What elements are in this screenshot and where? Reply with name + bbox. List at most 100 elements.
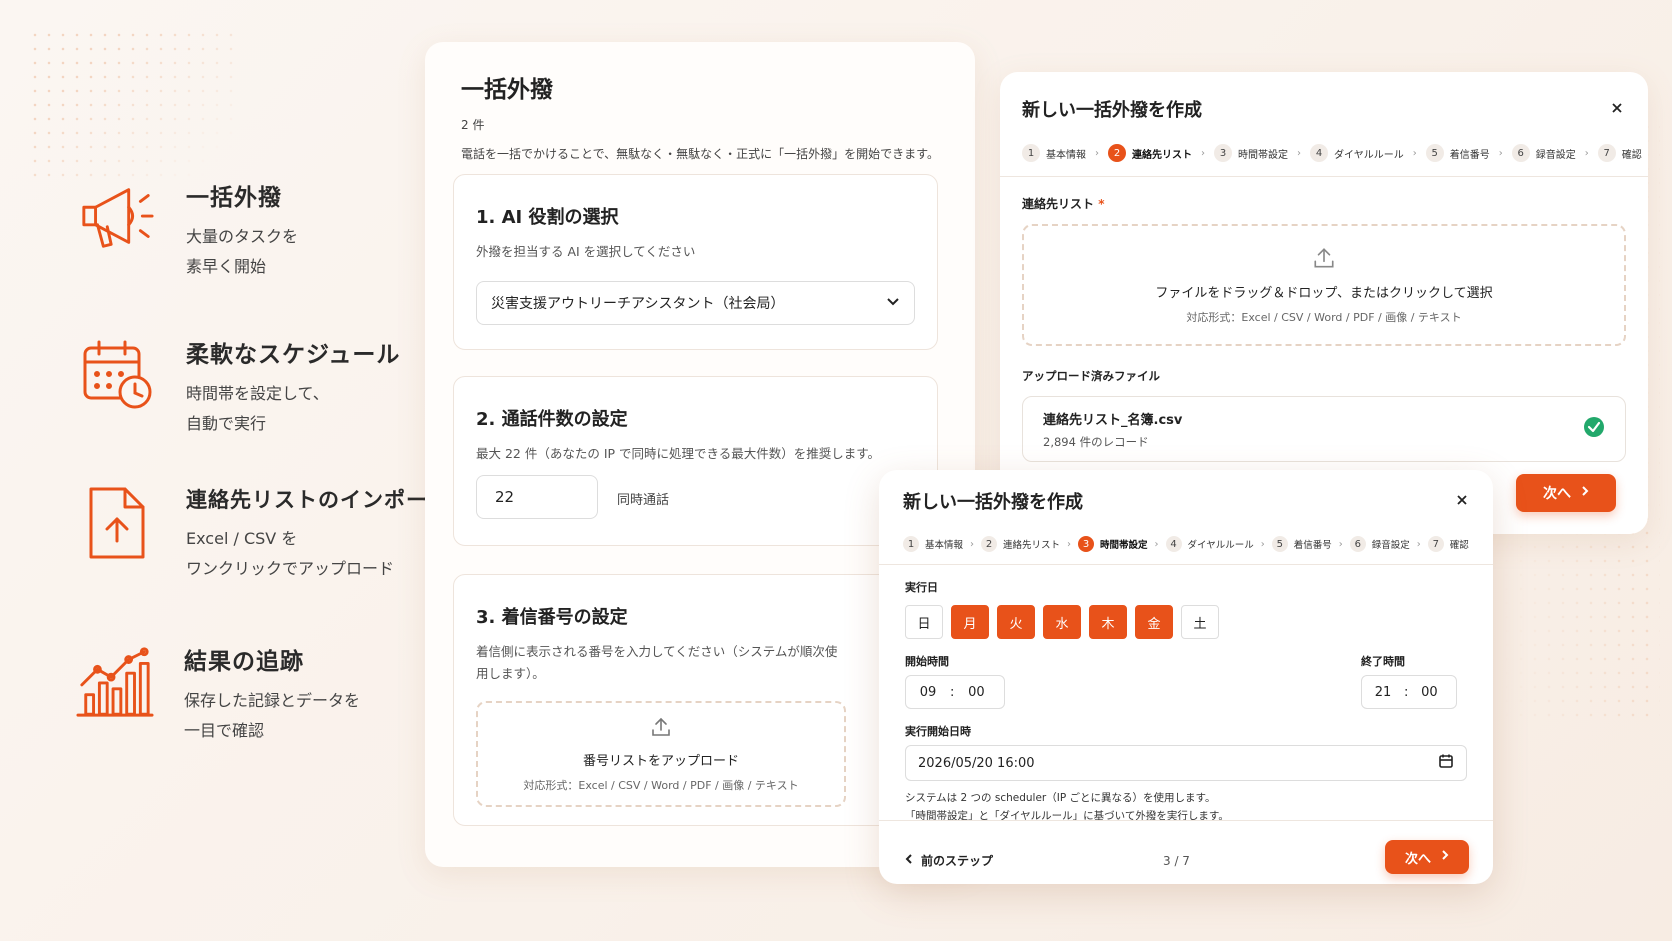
feature-desc: 素早く開始 bbox=[186, 257, 267, 276]
section-subtitle: 外撥を担当する AI を選択してください bbox=[476, 244, 696, 259]
start-minute[interactable]: 00 bbox=[954, 685, 998, 700]
upload-title: ファイルをドラッグ＆ドロップ、またはクリックして選択 bbox=[1155, 285, 1493, 301]
chevron-down-icon bbox=[886, 295, 900, 311]
chevron-right-icon: › bbox=[1412, 147, 1417, 159]
page-title: 一括外撥 bbox=[461, 77, 553, 103]
dot-pattern-top-left bbox=[28, 28, 238, 178]
step-4[interactable]: 4 ダイヤルルール bbox=[1310, 144, 1404, 162]
feature-desc: Excel / CSV を bbox=[186, 529, 298, 548]
run-datetime-input[interactable]: 2026/05/20 16:00 bbox=[905, 745, 1467, 781]
chevron-right-icon: › bbox=[1095, 147, 1099, 159]
feature-title: 結果の追跡 bbox=[184, 649, 304, 675]
step-label: 時間帯設定 bbox=[1100, 540, 1148, 551]
weekday-toggle[interactable]: 金 bbox=[1135, 605, 1173, 639]
step-7[interactable]: 7 確認 bbox=[1427, 536, 1469, 552]
section-call-count: 2. 通話件数の設定 最大 22 件（あなたの IP で同時に処理できる最大件数… bbox=[453, 376, 938, 546]
chevron-right-icon: › bbox=[1201, 147, 1205, 159]
calendar-clock-icon bbox=[78, 335, 156, 413]
step-4[interactable]: 4 ダイヤルルール bbox=[1165, 536, 1254, 552]
step-label: 連絡先リスト bbox=[1132, 149, 1192, 161]
weekday-toggle[interactable]: 月 bbox=[951, 605, 989, 639]
step-number: 6 bbox=[1349, 536, 1366, 552]
step-number: 2 bbox=[981, 536, 998, 552]
concurrent-calls-input[interactable]: 22 bbox=[476, 475, 598, 519]
page-indicator: 3 / 7 bbox=[1163, 854, 1190, 868]
feature-desc: 自動で実行 bbox=[186, 414, 267, 433]
weekday-toggle[interactable]: 水 bbox=[1043, 605, 1081, 639]
step-2[interactable]: 2 連絡先リスト bbox=[1108, 144, 1192, 162]
chevron-right-icon: › bbox=[1297, 147, 1301, 159]
step-3[interactable]: 3 時間帯設定 bbox=[1078, 536, 1148, 552]
upload-icon bbox=[650, 716, 672, 742]
start-hour[interactable]: 09 bbox=[906, 685, 950, 700]
prev-step-button[interactable]: 前のステップ bbox=[905, 852, 993, 869]
next-button[interactable]: 次へ bbox=[1516, 474, 1616, 512]
next-button[interactable]: 次へ bbox=[1385, 840, 1469, 874]
chevron-right-icon: › bbox=[1498, 147, 1503, 159]
step-label: 基本情報 bbox=[925, 540, 964, 551]
contact-list-label: 連絡先リスト * bbox=[1022, 197, 1105, 211]
modal-title: 新しい一括外撥を作成 bbox=[903, 492, 1083, 513]
calendar-icon[interactable] bbox=[1438, 753, 1454, 773]
chevron-right-icon: › bbox=[1154, 538, 1159, 550]
item-count: 2 件 bbox=[461, 118, 485, 132]
page-description: 電話を一括でかけることで、無駄なく・無駄なく・正式に「一括外撥」を開始できます。 bbox=[461, 147, 939, 161]
end-time-input[interactable]: 21:00 bbox=[1361, 675, 1457, 709]
contact-upload-zone[interactable]: ファイルをドラッグ＆ドロップ、またはクリックして選択 対応形式：Excel / … bbox=[1022, 224, 1626, 346]
chevron-right-icon: › bbox=[1584, 147, 1589, 159]
start-time-input[interactable]: 09:00 bbox=[905, 675, 1005, 709]
step-label: 録音設定 bbox=[1535, 149, 1576, 161]
step-6[interactable]: 6 録音設定 bbox=[1349, 536, 1410, 552]
upload-formats: 対応形式：Excel / CSV / Word / PDF / 画像 / テキス… bbox=[523, 778, 799, 792]
step-2[interactable]: 2 連絡先リスト bbox=[981, 536, 1060, 552]
weekday-toggle[interactable]: 土 bbox=[1181, 605, 1219, 639]
step-number: 3 bbox=[1214, 144, 1232, 162]
step-1[interactable]: 1 基本情報 bbox=[903, 536, 963, 552]
feature-tracking: 結果の追跡 保存した記録とデータを 一目で確認 bbox=[76, 642, 360, 746]
step-number: 3 bbox=[1078, 536, 1095, 552]
number-list-upload-zone[interactable]: 番号リストをアップロード 対応形式：Excel / CSV / Word / P… bbox=[476, 701, 846, 807]
step-6[interactable]: 6 録音設定 bbox=[1511, 144, 1576, 162]
upload-icon bbox=[1312, 246, 1336, 274]
close-icon[interactable] bbox=[1610, 100, 1624, 119]
end-hour[interactable]: 21 bbox=[1362, 685, 1404, 700]
section-title: 2. 通話件数の設定 bbox=[476, 409, 628, 430]
uploaded-files-label: アップロード済みファイル bbox=[1022, 369, 1160, 383]
step-7[interactable]: 7 確認 bbox=[1597, 144, 1642, 162]
close-icon[interactable] bbox=[1455, 492, 1469, 511]
step-label: ダイヤルルール bbox=[1187, 540, 1254, 551]
run-day-label: 実行日 bbox=[905, 581, 938, 594]
ai-role-select[interactable]: 災害支援アウトリーチアシスタント（社会局） bbox=[476, 281, 915, 325]
chevron-right-icon: › bbox=[1260, 538, 1265, 550]
step-number: 1 bbox=[1022, 144, 1040, 162]
section-title: 1. AI 役割の選択 bbox=[476, 207, 619, 228]
start-time-label: 開始時間 bbox=[905, 655, 949, 668]
step-3[interactable]: 3 時間帯設定 bbox=[1214, 144, 1288, 162]
step-5[interactable]: 5 着信番号 bbox=[1271, 536, 1332, 552]
step-label: 確認 bbox=[1621, 149, 1642, 161]
feature-bulk-call: 一括外撥 大量のタスクを 素早く開始 bbox=[78, 178, 298, 282]
end-minute[interactable]: 00 bbox=[1408, 685, 1450, 700]
check-circle-icon bbox=[1583, 416, 1605, 442]
weekday-toggle[interactable]: 日 bbox=[905, 605, 943, 639]
create-modal-step3: 新しい一括外撥を作成 1 基本情報 › 2 連絡先リスト › 3 時間帯設定 › 4 ダイヤル… bbox=[879, 470, 1493, 884]
chevron-right-icon: › bbox=[970, 538, 975, 550]
feature-schedule: 柔軟なスケジュール 時間帯を設定して、 自動で実行 bbox=[78, 335, 400, 439]
end-time-label: 終了時間 bbox=[1361, 655, 1405, 668]
datetime-value: 2026/05/20 16:00 bbox=[918, 755, 1035, 771]
chevron-right-icon: › bbox=[1067, 538, 1072, 550]
feature-desc: 保存した記録とデータを bbox=[184, 691, 361, 710]
file-record-count: 2,894 件のレコード bbox=[1043, 434, 1149, 449]
modal-title: 新しい一括外撥を作成 bbox=[1022, 100, 1202, 121]
file-upload-icon bbox=[78, 484, 156, 562]
weekday-toggle[interactable]: 火 bbox=[997, 605, 1035, 639]
chevron-right-icon: › bbox=[1338, 538, 1343, 550]
feature-title: 連絡先リストのインポート bbox=[186, 488, 450, 512]
step-5[interactable]: 5 着信番号 bbox=[1425, 144, 1490, 162]
step-1[interactable]: 1 基本情報 bbox=[1022, 144, 1086, 162]
uploaded-file-item[interactable]: 連絡先リスト_名簿.csv 2,894 件のレコード bbox=[1022, 396, 1626, 462]
step-label: 基本情報 bbox=[1046, 149, 1086, 161]
step-label: 着信番号 bbox=[1293, 540, 1332, 551]
weekday-toggle[interactable]: 木 bbox=[1089, 605, 1127, 639]
step-label: 連絡先リスト bbox=[1003, 540, 1061, 551]
